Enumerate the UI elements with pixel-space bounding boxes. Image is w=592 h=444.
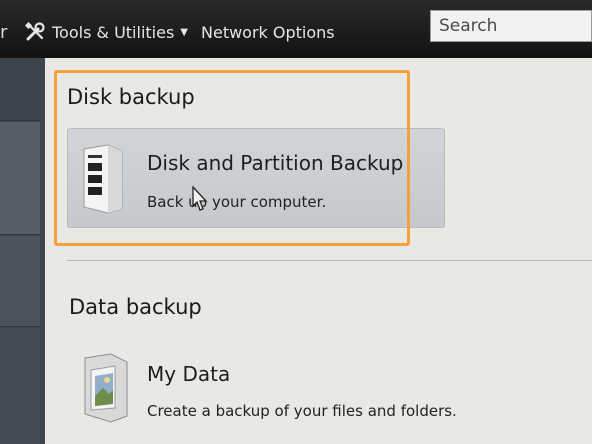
data-backup-heading: Data backup	[69, 295, 202, 319]
section-divider	[67, 260, 592, 261]
main-content: Disk backup Disk and Partition Backup Ba…	[45, 58, 592, 444]
tools-icon	[24, 21, 45, 41]
tools-utilities-menu[interactable]: Tools & Utilities ▼	[24, 18, 188, 46]
chevron-down-icon: ▼	[180, 26, 188, 38]
photo-folder-icon	[84, 353, 128, 423]
nav-edge-glyph: r	[0, 22, 8, 43]
sidebar-item[interactable]	[0, 122, 40, 235]
top-nav-bar: r Tools & Utilities ▼ Network Options	[0, 0, 592, 58]
search-input[interactable]	[430, 10, 592, 42]
sidebar-item[interactable]	[0, 58, 40, 121]
my-data-item[interactable]: My Data Create a backup of your files an…	[67, 344, 592, 444]
network-options-label: Network Options	[201, 22, 335, 42]
sidebar	[0, 58, 45, 444]
my-data-description: Create a backup of your files and folder…	[147, 402, 457, 420]
tools-utilities-label: Tools & Utilities	[52, 22, 175, 42]
sidebar-item[interactable]	[0, 236, 40, 327]
highlight-frame	[54, 70, 410, 246]
sidebar-item[interactable]	[0, 328, 40, 444]
network-options-menu[interactable]: Network Options	[201, 18, 335, 46]
my-data-title: My Data	[147, 362, 231, 386]
screen: r Tools & Utilities ▼ Network Options Di…	[0, 0, 592, 444]
